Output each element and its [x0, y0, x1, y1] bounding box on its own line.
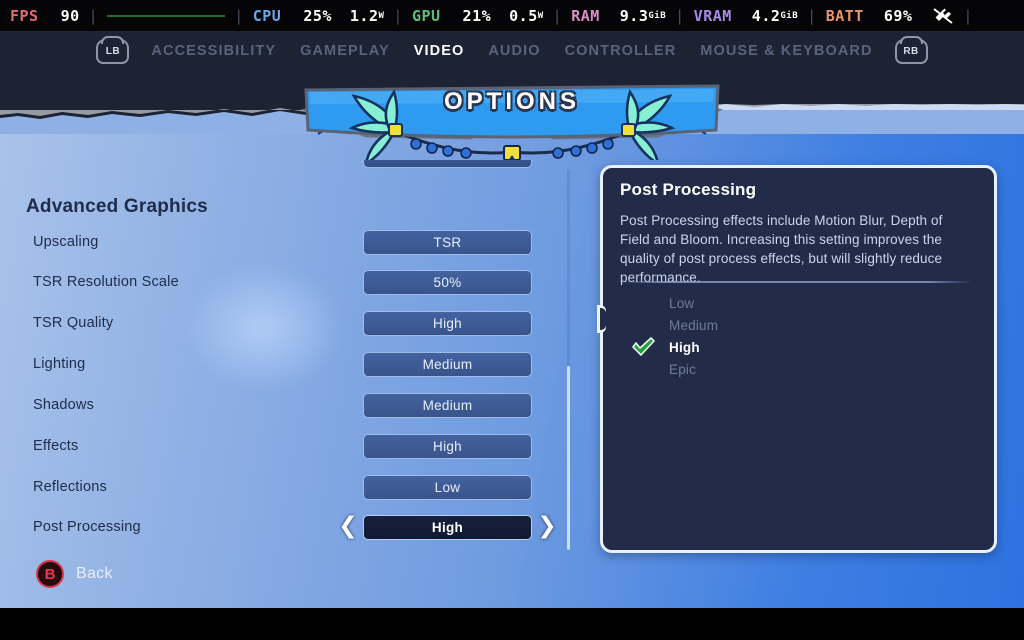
setting-row-post-processing[interactable]: Post Processing ❮ High ❯ [0, 513, 580, 541]
setting-row-lighting[interactable]: Lighting Medium [0, 350, 580, 378]
right-bumper-icon[interactable]: RB [894, 35, 928, 64]
tab-mouse-keyboard[interactable]: MOUSE & KEYBOARD [688, 43, 884, 59]
overlay-vram: VRAM 4.2 GiB [694, 7, 798, 25]
overlay-separator: | [675, 6, 685, 25]
fps-graph [107, 9, 226, 23]
overlay-separator: | [234, 6, 244, 25]
overlay-gpu-watts: 0.5 [509, 6, 538, 25]
overlay-separator: | [393, 6, 403, 25]
option-low[interactable]: Low [603, 292, 1000, 314]
setting-row-effects[interactable]: Effects High [0, 432, 580, 460]
info-panel-option-list: Low Medium High Epic [603, 292, 1000, 380]
tab-video[interactable]: VIDEO [402, 43, 477, 59]
setting-value-button[interactable]: Low [363, 474, 532, 500]
panel-edge-notch [597, 305, 606, 333]
option-high[interactable]: High [603, 336, 1000, 358]
settings-scrollbar-thumb[interactable] [567, 366, 570, 550]
overlay-cpu-watts-unit: W [378, 10, 385, 21]
info-panel-title: Post Processing [620, 180, 757, 199]
options-banner: OPTIONS [296, 72, 728, 160]
overlay-separator: | [963, 6, 973, 25]
setting-value-button[interactable]: TSR [363, 229, 532, 255]
game-options-screen: FPS 90 | | CPU 25% 1.2 W | GPU 21% 0.5 W |… [0, 0, 1024, 640]
setting-label: Shadows [33, 397, 95, 413]
option-epic[interactable]: Epic [603, 358, 1000, 380]
settings-scrollbar-track[interactable] [567, 170, 570, 550]
option-medium[interactable]: Medium [603, 314, 1000, 336]
info-panel-description: Post Processing effects include Motion B… [620, 213, 943, 285]
overlay-separator: | [807, 6, 817, 25]
overlay-battery-value: 69% [883, 6, 913, 25]
overlay-gpu: GPU 21% 0.5 W [412, 7, 544, 25]
overlay-ram: RAM 9.3 GiB [571, 7, 666, 25]
overlay-gpu-value: 21% [462, 6, 492, 25]
info-panel-divider [620, 281, 972, 283]
option-label: Low [669, 295, 695, 311]
overlay-fps: FPS 90 [10, 7, 80, 25]
option-label: Medium [669, 317, 719, 333]
tab-accessibility[interactable]: ACCESSIBILITY [139, 43, 288, 59]
overlay-vram-value: 4.2 [751, 6, 781, 25]
tab-audio[interactable]: AUDIO [476, 43, 552, 59]
chevron-right-icon[interactable]: ❯ [537, 514, 557, 540]
overlay-vram-unit: GiB [780, 10, 799, 21]
left-bumper-icon[interactable]: LB [96, 35, 130, 64]
setting-label: Lighting [33, 356, 86, 372]
section-title: Advanced Graphics [26, 196, 208, 217]
setting-label: Effects [33, 438, 79, 454]
overlay-gpu-watts-unit: W [537, 10, 544, 21]
overlay-ram-label: RAM [571, 6, 600, 25]
overlay-fps-value: 90 [60, 6, 80, 25]
performance-overlay: FPS 90 | | CPU 25% 1.2 W | GPU 21% 0.5 W |… [0, 0, 1024, 31]
overlay-gpu-label: GPU [411, 6, 441, 25]
setting-value-button[interactable]: Medium [363, 351, 532, 377]
letterbox-bottom [0, 608, 1024, 640]
setting-info-panel: Post Processing Post Processing effects … [600, 165, 997, 553]
back-button-label: Back [76, 565, 113, 582]
setting-value-button[interactable]: Medium [363, 392, 532, 418]
setting-value-button[interactable]: 50% [363, 269, 532, 295]
setting-label: Upscaling [33, 234, 99, 250]
chevron-left-icon[interactable]: ❮ [338, 514, 358, 540]
overlay-battery: BATT 69% [826, 7, 913, 25]
overlay-cpu-label: CPU [252, 6, 282, 25]
overlay-ram-unit: GiB [648, 10, 667, 21]
b-button-icon: B [36, 560, 64, 588]
clipped-value-button-above [363, 160, 532, 168]
overlay-battery-label: BATT [825, 6, 864, 25]
back-button[interactable]: B Back [36, 560, 113, 588]
setting-value-button[interactable]: High [363, 310, 532, 336]
setting-label: TSR Quality [33, 315, 114, 331]
setting-value-button[interactable]: High [363, 433, 532, 459]
overlay-separator: | [552, 6, 563, 25]
overlay-fps-label: FPS [10, 6, 39, 25]
tab-gameplay[interactable]: GAMEPLAY [288, 43, 402, 59]
overlay-cpu-watts: 1.2 [349, 6, 379, 25]
overlay-ram-value: 9.3 [619, 6, 649, 25]
settings-list: Advanced Graphics Upscaling TSR TSR Reso… [0, 160, 580, 560]
option-label: High [669, 339, 700, 355]
setting-label: TSR Resolution Scale [33, 274, 179, 290]
setting-row-shadows[interactable]: Shadows Medium [0, 391, 580, 419]
category-tab-bar: LB ACCESSIBILITY GAMEPLAY VIDEO AUDIO CO… [0, 35, 1024, 64]
setting-row-upscaling[interactable]: Upscaling TSR [0, 228, 580, 256]
setting-row-tsr-quality[interactable]: TSR Quality High [0, 309, 580, 337]
overlay-cpu-value: 25% [303, 6, 332, 25]
option-label: Epic [669, 361, 697, 377]
green-check-icon [631, 336, 657, 358]
overlay-vram-label: VRAM [693, 6, 732, 25]
tab-controller[interactable]: CONTROLLER [553, 43, 689, 59]
power-plug-icon [932, 7, 954, 25]
overlay-separator: | [88, 6, 99, 25]
setting-label: Reflections [33, 479, 107, 495]
setting-row-tsr-resolution-scale[interactable]: TSR Resolution Scale 50% [0, 268, 580, 296]
setting-label: Post Processing [33, 519, 141, 535]
setting-row-reflections[interactable]: Reflections Low [0, 473, 580, 501]
setting-value-button[interactable]: High [363, 514, 532, 540]
overlay-cpu: CPU 25% 1.2 W [253, 7, 385, 25]
